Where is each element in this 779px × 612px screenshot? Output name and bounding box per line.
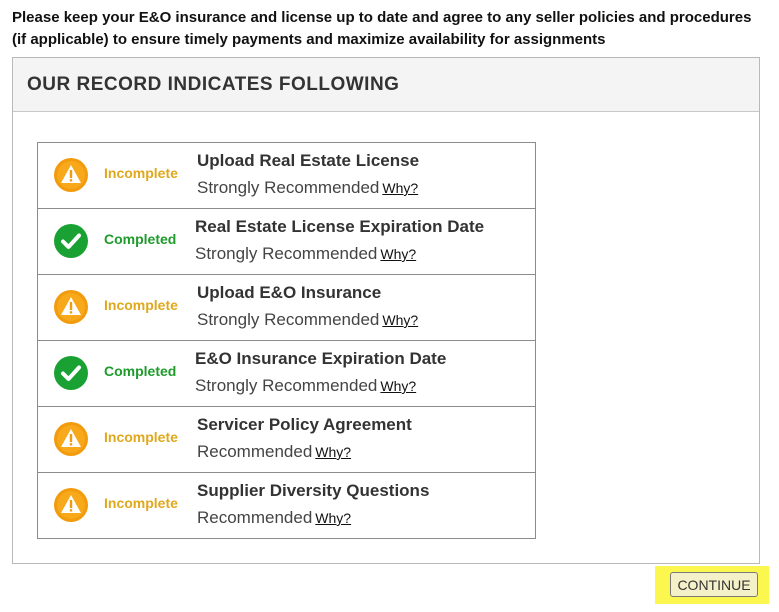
status-label: Incomplete — [104, 297, 178, 313]
intro-message: Please keep your E&O insurance and licen… — [12, 9, 752, 48]
recommendation-text: Strongly Recommended Why? — [197, 310, 419, 329]
continue-highlight: CONTINUE — [655, 566, 769, 604]
record-panel: OUR RECORD INDICATES FOLLOWING Incomplet… — [12, 57, 760, 564]
requirement-row: Incomplete Upload Real Estate License St… — [38, 143, 535, 209]
why-link[interactable]: Why? — [315, 444, 351, 460]
warning-icon — [54, 488, 88, 522]
status-label: Incomplete — [104, 165, 178, 181]
warning-icon — [54, 158, 88, 192]
why-link[interactable]: Why? — [315, 510, 351, 526]
check-circle-icon — [54, 224, 88, 258]
requirement-title: Upload E&O Insurance — [197, 283, 382, 302]
continue-button[interactable]: CONTINUE — [670, 572, 758, 597]
why-link[interactable]: Why? — [380, 378, 416, 394]
check-circle-icon — [54, 356, 88, 390]
status-label: Incomplete — [104, 429, 178, 445]
requirement-title: E&O Insurance Expiration Date — [195, 349, 447, 368]
requirement-row: Completed E&O Insurance Expiration Date … — [38, 341, 535, 407]
recommendation-text: Strongly Recommended Why? — [195, 376, 417, 395]
requirement-row: Incomplete Upload E&O Insurance Strongly… — [38, 275, 535, 341]
status-label: Incomplete — [104, 495, 178, 511]
requirement-title: Servicer Policy Agreement — [197, 415, 412, 434]
recommendation-text: Strongly Recommended Why? — [197, 178, 419, 197]
recommendation-text: Strongly Recommended Why? — [195, 244, 417, 263]
requirement-row: Incomplete Servicer Policy Agreement Rec… — [38, 407, 535, 473]
why-link[interactable]: Why? — [382, 180, 418, 196]
why-link[interactable]: Why? — [380, 246, 416, 262]
status-label: Completed — [104, 363, 177, 379]
requirements-table: Incomplete Upload Real Estate License St… — [37, 142, 536, 539]
why-link[interactable]: Why? — [382, 312, 418, 328]
warning-icon — [54, 422, 88, 456]
requirement-row: Incomplete Supplier Diversity Questions … — [38, 473, 535, 538]
requirement-title: Upload Real Estate License — [197, 151, 420, 170]
recommendation-text: Recommended Why? — [197, 442, 352, 461]
status-label: Completed — [104, 231, 177, 247]
panel-title: OUR RECORD INDICATES FOLLOWING — [13, 58, 759, 112]
requirement-title: Supplier Diversity Questions — [197, 481, 430, 500]
requirement-title: Real Estate License Expiration Date — [195, 217, 485, 236]
warning-icon — [54, 290, 88, 324]
recommendation-text: Recommended Why? — [197, 508, 352, 527]
requirement-row: Completed Real Estate License Expiration… — [38, 209, 535, 275]
